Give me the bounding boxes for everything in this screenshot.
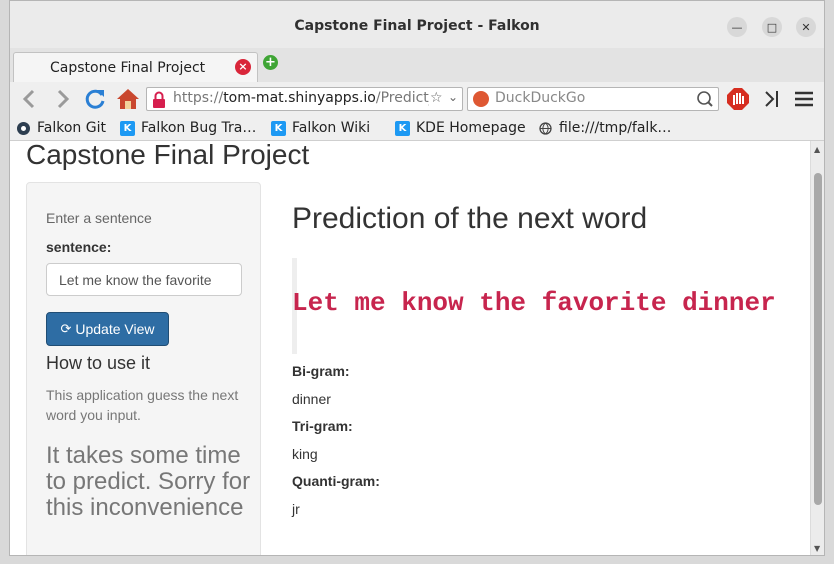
sidebar-toggle-icon <box>765 91 778 107</box>
title-bar: Capstone Final Project - Falkon — □ ✕ <box>10 1 824 48</box>
window-title: Capstone Final Project - Falkon <box>294 18 540 34</box>
home-button[interactable] <box>115 86 141 112</box>
menu-button[interactable] <box>791 86 817 112</box>
search-icon[interactable] <box>696 90 714 108</box>
bookmark-falkon-bug-tracker[interactable]: K Falkon Bug Tra… <box>120 120 256 136</box>
delay-note: It takes some time to predict. Sorry for… <box>46 442 251 521</box>
quantigram-label: Quanti-gram: <box>292 473 380 489</box>
sentence-label: sentence: <box>46 239 112 255</box>
url-dropdown-icon[interactable]: ⌄ <box>448 90 458 104</box>
bookmark-kde-homepage[interactable]: K KDE Homepage <box>395 120 526 136</box>
tab-close-icon[interactable]: × <box>235 59 251 75</box>
bookmark-falkon-git[interactable]: Falkon Git <box>16 120 106 136</box>
tab-bar: Capstone Final Project × <box>10 48 824 83</box>
maximize-button[interactable]: □ <box>762 17 782 37</box>
globe-icon <box>538 121 553 136</box>
sidebar-panel: Enter a sentence sentence: ⟳ Update View… <box>26 182 261 555</box>
update-view-label: Update View <box>75 321 155 337</box>
url-bar[interactable]: https://tom-mat.shinyapps.io/Predict_ ☆ … <box>146 87 463 111</box>
sentence-input[interactable] <box>46 263 242 296</box>
trigram-label: Tri-gram: <box>292 418 353 434</box>
bigram-value: dinner <box>292 391 331 407</box>
scrollbar-thumb[interactable] <box>814 173 822 505</box>
lock-icon <box>153 91 165 108</box>
bookmark-falkon-wiki[interactable]: K Falkon Wiki <box>271 120 370 136</box>
bookmark-label: Falkon Git <box>37 120 106 136</box>
close-icon: ✕ <box>801 20 811 34</box>
page-content: Capstone Final Project Enter a sentence … <box>10 141 810 555</box>
back-button[interactable] <box>16 86 42 112</box>
page-title: Capstone Final Project <box>26 141 310 170</box>
bookmarks-bar: Falkon Git K Falkon Bug Tra… K Falkon Wi… <box>10 116 824 141</box>
how-to-use-heading: How to use it <box>46 353 151 373</box>
url-host: tom-mat.shinyapps.io <box>223 90 376 106</box>
new-tab-icon[interactable]: + <box>263 55 278 70</box>
bookmark-label: KDE Homepage <box>416 120 526 136</box>
home-icon <box>117 89 139 109</box>
duckduckgo-icon <box>473 91 489 107</box>
minimize-button[interactable]: — <box>727 17 747 37</box>
forward-button[interactable] <box>50 86 76 112</box>
gear-icon <box>16 121 31 136</box>
prediction-heading: Prediction of the next word <box>292 202 648 235</box>
scroll-down-icon[interactable]: ▼ <box>814 544 820 553</box>
url-path: /Predict_ <box>375 90 429 106</box>
maximize-icon: □ <box>766 20 778 34</box>
quantigram-value: jr <box>292 501 300 517</box>
search-placeholder: DuckDuckGo <box>495 90 586 106</box>
url-scheme: https:// <box>173 90 224 106</box>
back-icon <box>22 89 35 109</box>
kde-icon: K <box>395 120 410 136</box>
sidebar-toggle-button[interactable] <box>759 86 785 112</box>
reload-icon <box>85 89 105 109</box>
adblock-button[interactable] <box>725 86 751 112</box>
trigram-value: king <box>292 446 318 462</box>
update-view-button[interactable]: ⟳ Update View <box>46 312 169 346</box>
refresh-icon: ⟳ <box>60 321 72 336</box>
close-window-button[interactable]: ✕ <box>796 17 816 37</box>
navigation-toolbar: https://tom-mat.shinyapps.io/Predict_ ☆ … <box>10 82 824 116</box>
prediction-output: Let me know the favorite dinner <box>292 288 776 318</box>
bookmark-star-icon[interactable]: ☆ <box>430 90 443 106</box>
forward-icon <box>57 89 70 109</box>
tab-capstone[interactable]: Capstone Final Project × <box>13 52 258 82</box>
bookmark-label: Falkon Bug Tra… <box>141 120 257 136</box>
bookmark-label: Falkon Wiki <box>292 120 371 136</box>
hamburger-menu-icon <box>795 91 813 107</box>
tab-label: Capstone Final Project <box>50 60 206 76</box>
scroll-up-icon[interactable]: ▲ <box>814 145 820 154</box>
minimize-icon: — <box>731 20 743 34</box>
browser-window: Capstone Final Project - Falkon — □ ✕ Ca… <box>9 0 825 556</box>
reload-button[interactable] <box>82 86 108 112</box>
adblock-icon <box>727 88 749 110</box>
input-hint: Enter a sentence <box>46 210 152 226</box>
bookmark-local-file[interactable]: file:///tmp/falk… <box>538 120 671 136</box>
url-text: https://tom-mat.shinyapps.io/Predict_ <box>173 90 429 106</box>
how-to-use-text: This application guess the next word you… <box>46 387 239 423</box>
kde-icon: K <box>271 120 286 136</box>
bookmark-label: file:///tmp/falk… <box>559 120 672 136</box>
kde-icon: K <box>120 120 135 136</box>
bigram-label: Bi-gram: <box>292 363 350 379</box>
vertical-scrollbar[interactable]: ▲ ▼ <box>810 141 824 555</box>
search-bar[interactable]: DuckDuckGo <box>467 87 719 111</box>
